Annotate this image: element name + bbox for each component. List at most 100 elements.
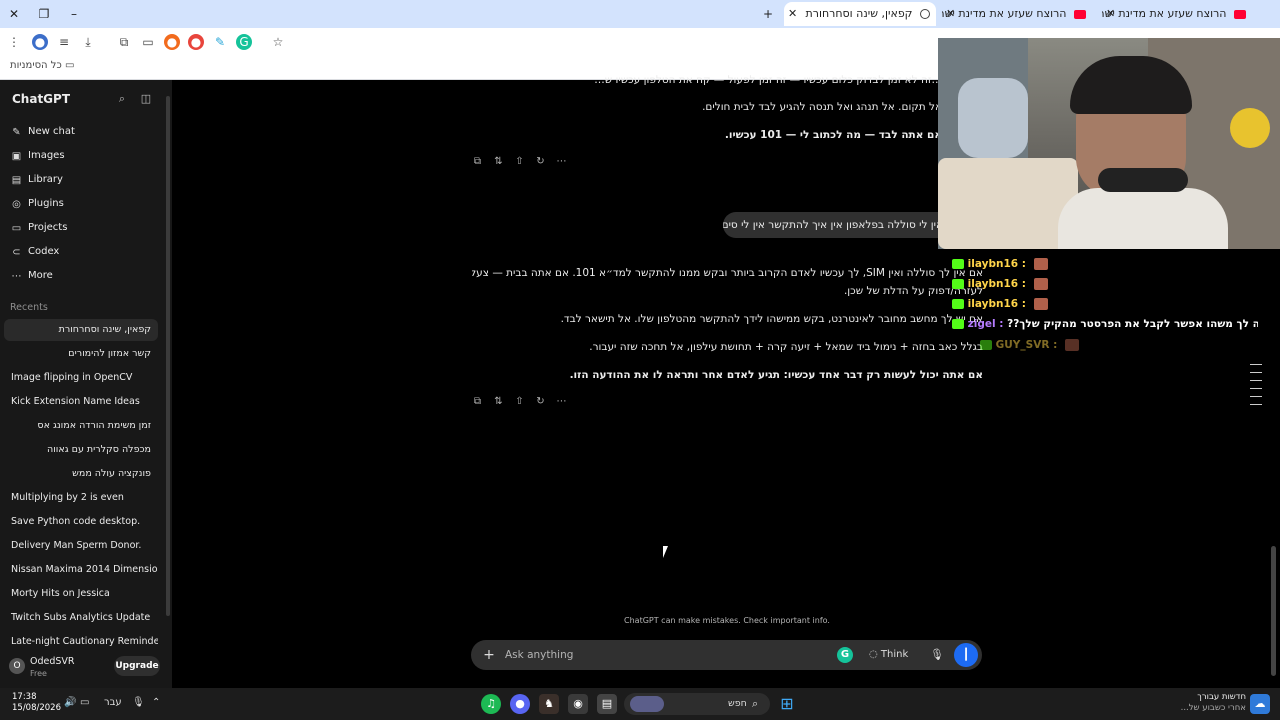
search-icon: ⌕ — [752, 697, 759, 710]
voice-mode-button[interactable]: ┃ — [954, 643, 978, 667]
assistant-text-line: בגלל כאב בחזה + נימול ביד שמאל + זיעה קר… — [589, 341, 983, 353]
tab-youtube-1[interactable]: ✕ הרוצח שעזע את מדינת ישר (62) — [942, 2, 1092, 26]
news-widget[interactable]: חדשות עבורך אחרי כשבוע של... — [1158, 692, 1246, 714]
add-attachment-icon[interactable]: + — [481, 647, 497, 663]
tab-youtube-2[interactable]: ✕ הרוצח שעזע את מדינת ישר (62) — [1102, 2, 1252, 26]
volume-icon[interactable]: 🔊 — [64, 697, 76, 708]
taskbar-search[interactable]: חפש ⌕ — [624, 693, 770, 715]
all-bookmarks-folder[interactable]: כל הסימניות ▭ — [10, 60, 74, 71]
share-icon[interactable]: ⇧ — [513, 395, 526, 408]
sidebar-toggle-icon[interactable]: ◫ — [139, 92, 153, 106]
stream-chat-message: GUY_SVR : — [980, 339, 1079, 351]
download-icon[interactable]: ⤓ — [80, 34, 96, 50]
grammarly-icon[interactable]: G — [837, 647, 853, 663]
recent-chat-item[interactable]: מכפלה סקלרית עם גאווה — [4, 439, 158, 461]
mouse-cursor-icon — [663, 546, 673, 558]
sidebar-item-label: Images — [28, 150, 65, 161]
microphone-icon[interactable]: 🎙 — [929, 647, 945, 663]
assistant-text-line: אם אין לך סוללה ואין SIM, לך עכשיו לאדם … — [472, 267, 983, 279]
sidebar-item-images[interactable]: ▣ Images — [10, 146, 65, 166]
restore-window-icon[interactable]: ❐ — [36, 6, 52, 22]
recent-chat-item[interactable]: Nissan Maxima 2014 Dimensions — [4, 559, 158, 581]
pillow-shape — [958, 78, 1028, 158]
prompt-input[interactable]: Ask anything — [505, 640, 573, 670]
share-icon[interactable]: ⇧ — [513, 155, 526, 168]
disclaimer-text: ChatGPT can make mistakes. Check importa… — [624, 616, 830, 625]
feedback-icon[interactable]: ⇅ — [492, 395, 505, 408]
feedback-icon[interactable]: ⇅ — [492, 155, 505, 168]
spotify-icon[interactable]: ♫ — [481, 694, 501, 714]
network-icon[interactable]: ▭ — [80, 697, 89, 708]
sidebar-item-label: More — [28, 270, 53, 281]
red-extension-icon[interactable]: ● — [188, 34, 204, 50]
menu-dots-icon[interactable]: ⋮ — [6, 34, 22, 50]
stream-chat-message: ilaybn16 : — [952, 278, 1048, 290]
weather-widget-icon[interactable]: ☁ — [1250, 694, 1270, 714]
more-options-icon[interactable]: ⋯ — [555, 155, 568, 168]
recent-chat-item[interactable]: Kick Extension Name Ideas — [4, 391, 158, 413]
screen-cast-icon[interactable]: ▭ — [140, 34, 156, 50]
think-button[interactable]: ◌ Think — [869, 646, 908, 664]
recent-chat-item[interactable]: Morty Hits on Jessica — [4, 583, 158, 605]
grammarly-extension-icon[interactable]: G — [236, 34, 252, 50]
main-scrollbar[interactable] — [1271, 546, 1276, 676]
recent-chat-item[interactable]: Save Python code desktop. — [4, 511, 158, 533]
message-list-icon[interactable] — [1250, 364, 1262, 406]
user-name: OdedSVR — [30, 656, 75, 667]
chrome-icon[interactable]: ◉ — [568, 694, 588, 714]
orange-extension-icon[interactable]: ● — [164, 34, 180, 50]
language-indicator[interactable]: עבר — [104, 697, 122, 708]
file-explorer-icon[interactable]: ▤ — [597, 694, 617, 714]
lightbulb-icon: ◌ — [869, 649, 878, 660]
close-window-icon[interactable]: ✕ — [6, 6, 22, 22]
brand-title[interactable]: ChatGPT — [12, 92, 70, 106]
composer: + Ask anything G ◌ Think 🎙 ┃ — [471, 640, 982, 670]
close-tab-icon[interactable]: ✕ — [946, 2, 955, 26]
recent-chat-item[interactable]: קפאין, שינה וסחרחורת — [4, 319, 158, 341]
sidebar-scrollbar[interactable] — [166, 96, 170, 616]
show-hidden-icons-icon[interactable]: ⌃ — [152, 697, 160, 708]
system-clock[interactable]: 17:38 15/08/2026 — [12, 692, 61, 714]
chat-username: ilaybn16 : — [967, 258, 1026, 270]
sidebar-item-library[interactable]: ▤ Library — [10, 170, 63, 190]
message-actions: ⧉ ⇅ ⇧ ↻ ⋯ — [471, 155, 568, 169]
sidebar-item-label: Projects — [28, 222, 68, 233]
sidebar-item-codex[interactable]: ⊂ Codex — [10, 242, 59, 262]
sidebar-item-projects[interactable]: ▭ Projects — [10, 218, 68, 238]
new-tab-icon[interactable]: + — [760, 6, 776, 22]
sidebar-item-new-chat[interactable]: ✎ New chat — [10, 122, 75, 142]
recent-chat-item[interactable]: זמן משימת הורדה אמונג אס — [4, 415, 158, 437]
regenerate-icon[interactable]: ↻ — [534, 395, 547, 408]
regenerate-icon[interactable]: ↻ — [534, 155, 547, 168]
recent-chat-item[interactable]: Image flipping in OpenCV — [4, 367, 158, 389]
stream-chat-message: zigel : אם קורה לך משהו אפשר לקבל את הפר… — [952, 318, 1258, 330]
bookmark-star-icon[interactable]: ☆ — [270, 34, 286, 50]
recent-chat-item[interactable]: Twitch Subs Analytics Update — [4, 607, 158, 629]
copy-icon[interactable]: ⧉ — [471, 155, 484, 168]
copy-icon[interactable]: ⧉ — [471, 395, 484, 408]
recent-chat-item[interactable]: פונקציה עולה ממש — [4, 463, 158, 485]
chat-username: zigel : — [967, 318, 1004, 330]
search-icon[interactable]: ⌕ — [115, 92, 129, 106]
sidebar-item-more[interactable]: ⋯ More — [10, 266, 53, 286]
upgrade-button[interactable]: Upgrade — [114, 656, 160, 676]
minimize-window-icon[interactable]: – — [66, 6, 82, 22]
microphone-tray-icon[interactable]: 🎙 — [132, 697, 145, 708]
sidebar-item-plugins[interactable]: ◎ Plugins — [10, 194, 64, 214]
translate-extension-icon[interactable]: ✎ — [212, 34, 228, 50]
app-icon[interactable]: ♞ — [539, 694, 559, 714]
recent-chat-item[interactable]: קשר אמזון להימורים — [4, 343, 158, 365]
discord-icon[interactable]: ● — [510, 694, 530, 714]
recent-chat-item[interactable]: Multiplying by 2 is even — [4, 487, 158, 509]
close-tab-icon[interactable]: ✕ — [788, 2, 797, 26]
profile-extension-icon[interactable]: ● — [32, 34, 48, 50]
extensions-puzzle-icon[interactable]: ⧉ — [116, 34, 132, 50]
recent-chat-item[interactable]: Delivery Man Sperm Donor. — [4, 535, 158, 557]
reading-list-icon[interactable]: ≡ — [56, 34, 72, 50]
user-menu[interactable]: O OdedSVR Free Upgrade — [0, 648, 172, 688]
more-options-icon[interactable]: ⋯ — [555, 395, 568, 408]
tab-active[interactable]: ✕ קפאין, שינה וסחרחורת — [784, 2, 936, 26]
close-tab-icon[interactable]: ✕ — [1106, 2, 1115, 26]
kick-badge-icon — [980, 340, 992, 350]
windows-start-icon[interactable]: ⊞ — [777, 694, 797, 714]
